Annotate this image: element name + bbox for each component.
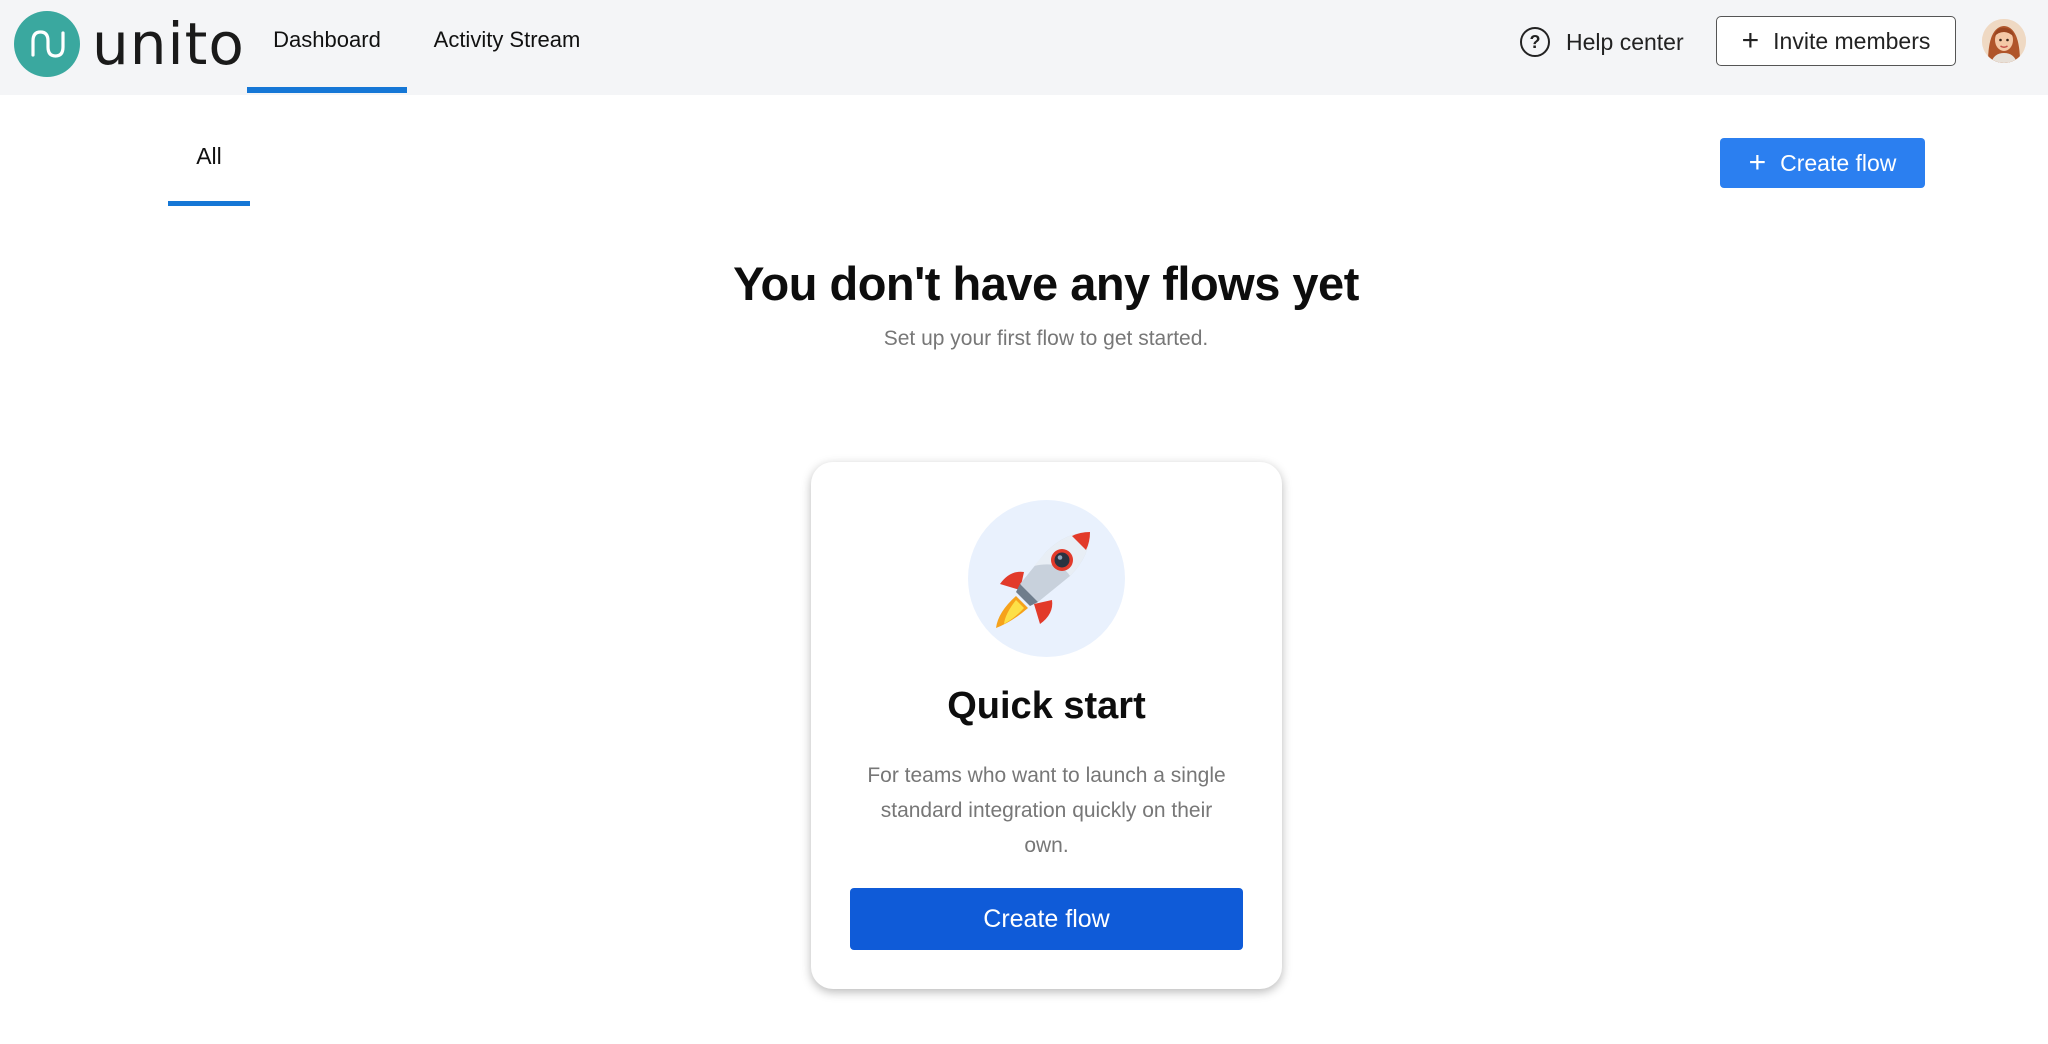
tab-dashboard[interactable]: Dashboard <box>247 0 407 95</box>
tab-all[interactable]: All <box>168 143 250 206</box>
rocket-icon <box>968 500 1125 657</box>
empty-state-title: You don't have any flows yet <box>733 257 1359 310</box>
plus-icon: + <box>1748 146 1767 179</box>
top-bar: unito Dashboard Activity Stream ? Help c… <box>0 0 2048 95</box>
quick-start-card: Quick start For teams who want to launch… <box>811 462 1282 989</box>
unito-logo[interactable]: unito <box>14 11 245 77</box>
avatar[interactable] <box>1982 19 2026 63</box>
unito-logo-icon <box>14 11 80 77</box>
help-center-link[interactable]: ? Help center <box>1520 22 1684 62</box>
quick-start-create-flow-button[interactable]: Create flow <box>850 888 1243 950</box>
tab-activity-stream[interactable]: Activity Stream <box>422 0 592 95</box>
invite-members-button[interactable]: + Invite members <box>1716 16 1956 66</box>
question-circle-icon: ? <box>1520 27 1550 57</box>
quick-start-create-flow-label: Create flow <box>983 904 1110 933</box>
card-title: Quick start <box>947 685 1146 727</box>
create-flow-button[interactable]: + Create flow <box>1720 138 1925 188</box>
invite-members-label: Invite members <box>1773 27 1931 54</box>
create-flow-label: Create flow <box>1780 149 1897 176</box>
tab-all-label: All <box>196 143 222 169</box>
empty-state-subtitle: Set up your first flow to get started. <box>883 327 1209 350</box>
logo-text: unito <box>92 10 245 78</box>
plus-icon: + <box>1741 24 1760 57</box>
tab-activity-stream-label: Activity Stream <box>433 26 581 52</box>
card-description: For teams who want to launch a single st… <box>867 764 1226 857</box>
help-center-label: Help center <box>1566 28 1684 55</box>
tab-dashboard-label: Dashboard <box>273 26 381 52</box>
